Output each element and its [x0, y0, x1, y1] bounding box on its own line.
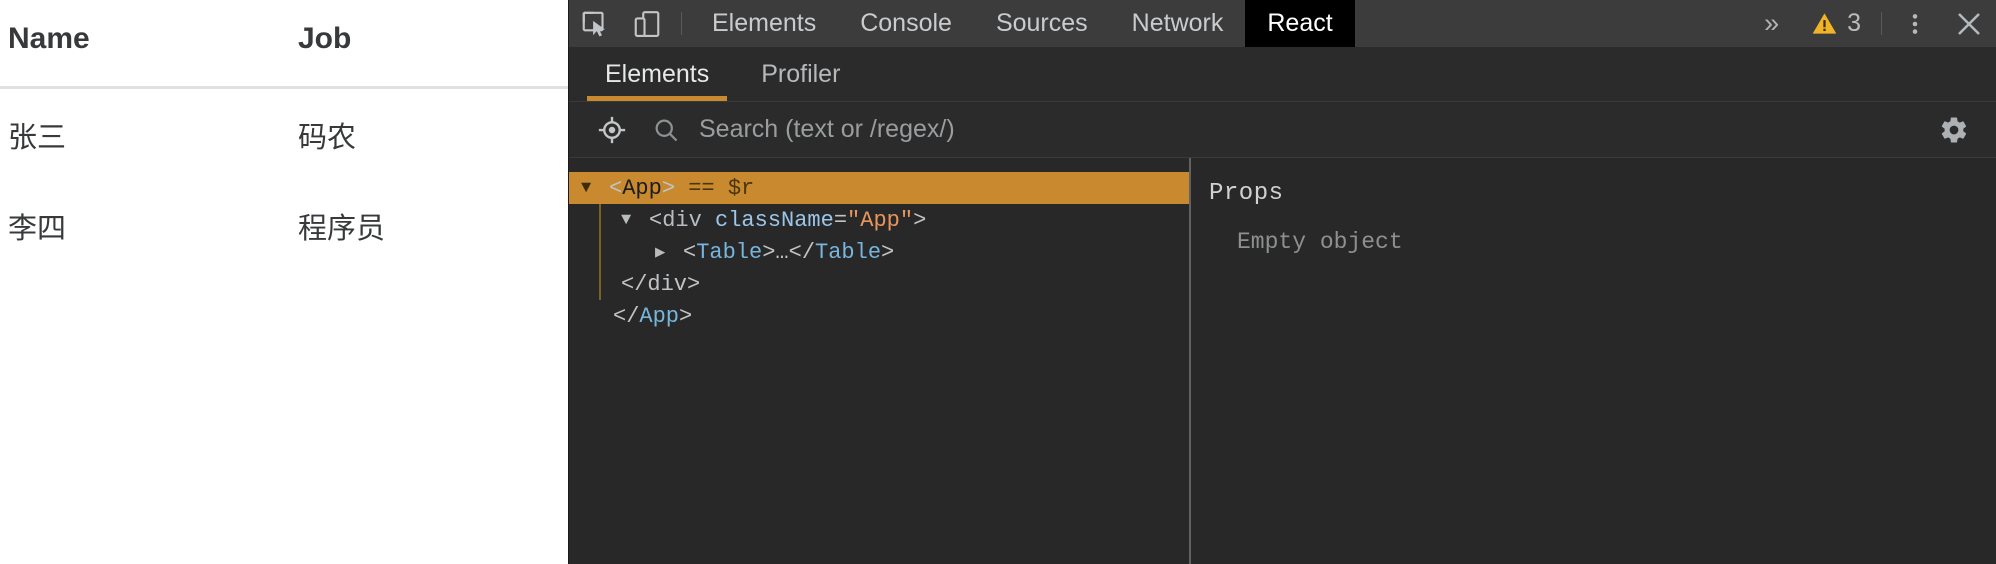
table-row: 李四 程序员 [0, 180, 568, 271]
screen-root: Name Job 张三 码农 李四 程序员 Elements Console S… [0, 0, 1996, 564]
token-punct: > [679, 303, 693, 329]
web-page-pane: Name Job 张三 码农 李四 程序员 [0, 0, 568, 564]
device-toolbar-icon [632, 9, 662, 39]
react-panel-body: ▼ < App > == $r ▼ < div className = "App" > ▶ … [569, 158, 1996, 564]
tree-children-group: ▼ < div className = "App" > ▶ < Table >…</Tabl… [569, 204, 1189, 300]
tab-console[interactable]: Console [838, 0, 974, 47]
close-devtools-button[interactable] [1942, 0, 1996, 47]
react-subtab-list: Elements Profiler [569, 48, 1996, 102]
search-icon [652, 116, 680, 144]
props-empty-message: Empty object [1237, 229, 1403, 255]
tab-sources[interactable]: Sources [974, 0, 1110, 47]
token-punct: < [683, 239, 697, 265]
chevron-down-icon[interactable]: ▼ [621, 211, 643, 230]
select-component-button[interactable] [589, 115, 635, 145]
tree-node-table[interactable]: ▶ < Table >…</Table > [569, 236, 1189, 268]
cell-job: 程序员 [298, 213, 386, 245]
select-component-icon [597, 115, 627, 145]
tree-node-app[interactable]: ▼ < App > == $r [569, 172, 1189, 204]
token-attribute: className [715, 207, 834, 233]
token-component: App [622, 175, 662, 201]
devtools-toolbar: Elements Console Sources Network React » [569, 0, 1996, 48]
token-punct: >…</ [762, 239, 816, 265]
devtools-tab-list: Elements Console Sources Network React [690, 0, 1355, 47]
chevron-right-icon[interactable]: ▶ [655, 242, 677, 263]
warning-indicator[interactable]: 3 [1797, 0, 1875, 47]
token-string: "App" [847, 207, 914, 233]
search-icon-wrap [643, 116, 689, 144]
more-options-button[interactable] [1888, 0, 1942, 47]
more-tabs-button[interactable]: » [1746, 0, 1797, 47]
component-tree: ▼ < App > == $r ▼ < div className = "App" > ▶ … [569, 158, 1191, 564]
column-header-name: Name [0, 0, 290, 89]
toolbar-divider [681, 12, 682, 35]
props-panel: Props Empty object [1191, 158, 1996, 564]
tree-node-app-close: </App > [569, 300, 1189, 332]
cell-name: 李四 [8, 213, 67, 245]
warning-triangle-icon [1811, 10, 1838, 37]
inspect-element-icon [580, 9, 610, 39]
table-body: 张三 码农 李四 程序员 [0, 88, 568, 272]
token-selected-ref: == $r [688, 175, 755, 201]
react-subtab-profiler[interactable]: Profiler [735, 48, 866, 101]
inspect-element-button[interactable] [569, 0, 621, 47]
search-input[interactable] [689, 115, 1930, 144]
token-punct: = [833, 207, 848, 233]
device-toolbar-button[interactable] [621, 0, 673, 47]
column-header-job: Job [290, 0, 568, 89]
devtools-panel: Elements Console Sources Network React » [568, 0, 1996, 564]
token-component: Table [696, 239, 763, 265]
token-component: App [639, 303, 680, 329]
chevron-down-icon[interactable]: ▼ [581, 179, 603, 198]
tree-node-div-close: </div> [569, 268, 1189, 300]
token-punct: </ [613, 303, 640, 329]
cell-job: 码农 [298, 122, 357, 154]
tab-network[interactable]: Network [1110, 0, 1246, 47]
token-punct: > [913, 207, 927, 233]
react-subtab-elements[interactable]: Elements [579, 48, 735, 101]
props-title: Props [1209, 180, 1284, 207]
settings-button[interactable] [1930, 115, 1978, 145]
more-options-icon [1902, 11, 1928, 37]
token-tag: div [662, 207, 702, 233]
table-header-row: Name Job [0, 0, 568, 89]
table-head: Name Job [0, 0, 568, 89]
token-punct: > [881, 239, 895, 265]
close-icon [1954, 9, 1984, 39]
react-search-row [569, 102, 1996, 158]
token-punct: </div> [621, 271, 701, 297]
table-row: 张三 码农 [0, 88, 568, 181]
tree-node-div[interactable]: ▼ < div className = "App" > [569, 204, 1189, 236]
warning-count: 3 [1847, 9, 1861, 37]
gear-icon [1939, 115, 1969, 145]
toolbar-right-group: » 3 [1746, 0, 1996, 47]
token-punct: < [609, 175, 623, 201]
cell-name: 张三 [8, 122, 67, 154]
tab-elements[interactable]: Elements [690, 0, 838, 47]
toolbar-divider-right [1881, 12, 1882, 35]
token-punct: > [661, 175, 676, 201]
token-component: Table [815, 239, 882, 265]
people-table: Name Job 张三 码农 李四 程序员 [0, 0, 568, 271]
tab-react[interactable]: React [1245, 0, 1355, 47]
token-punct: < [649, 207, 663, 233]
